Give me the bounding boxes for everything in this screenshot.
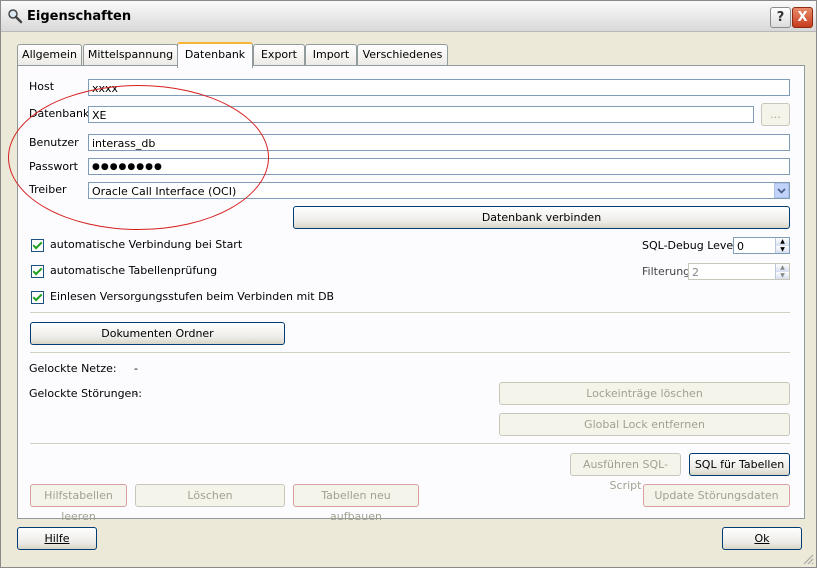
filtering-spinner[interactable]: ▲ ▼ — [775, 264, 789, 279]
auto-tablecheck-checkbox[interactable] — [31, 265, 44, 278]
sql-debug-label: SQL-Debug Level — [642, 239, 737, 252]
spin-down-icon[interactable]: ▼ — [776, 271, 789, 279]
passwort-label: Passwort — [29, 160, 78, 173]
hilfe-button-label: Hilfe — [44, 532, 70, 545]
gelockte-netze-label: Gelockte Netze: — [29, 362, 117, 375]
tab-allgemein[interactable]: Allgemein — [17, 44, 82, 65]
ok-button-label: Ok — [754, 532, 770, 545]
benutzer-input[interactable]: interass_db — [88, 134, 790, 151]
dokumenten-ordner-button[interactable]: Dokumenten Ordner — [30, 322, 285, 345]
auto-tablecheck-label: automatische Tabellenprüfung — [50, 264, 218, 277]
close-button[interactable]: X — [792, 7, 813, 28]
gelockte-stoerungen-label: Gelockte Störungen: — [29, 387, 142, 400]
tab-datenbank[interactable]: Datenbank — [177, 42, 253, 68]
filtering-input[interactable]: 2 ▲ ▼ — [688, 263, 790, 280]
datenbank-input[interactable]: XE — [88, 106, 754, 123]
separator — [30, 312, 790, 314]
ausfuehren-sql-script-button[interactable]: Ausführen SQL-Script — [570, 453, 681, 492]
sql-debug-value: 0 — [737, 240, 744, 253]
properties-window: Eigenschaften ? X Allgemein Mittelspannu… — [0, 0, 817, 568]
help-title-button[interactable]: ? — [770, 7, 791, 28]
auto-connect-label: automatische Verbindung bei Start — [50, 238, 243, 251]
hilfstabellen-leeren-button[interactable]: Hilfstabellen leeren — [30, 484, 127, 523]
datenbank-panel: Host xxxx Datenbank XE ... Benutzer inte… — [17, 65, 805, 523]
spin-up-icon[interactable]: ▲ — [776, 264, 789, 272]
sql-debug-input[interactable]: 0 ▲ ▼ — [733, 237, 790, 254]
spin-up-icon[interactable]: ▲ — [776, 238, 789, 246]
global-lock-entfernen-button[interactable]: Global Lock entfernen — [499, 413, 790, 436]
lockeintraege-loeschen-button[interactable]: Lockeinträge löschen — [499, 382, 790, 405]
filtering-label: Filterung — [642, 265, 691, 278]
gelockte-stoerungen-value: - — [134, 387, 138, 400]
spin-down-icon[interactable]: ▼ — [776, 245, 789, 253]
hilfe-button[interactable]: Hilfe — [17, 527, 97, 550]
sql-fuer-tabellen-button[interactable]: SQL für Tabellen — [689, 453, 790, 476]
separator — [30, 352, 790, 354]
title-bar: Eigenschaften ? X — [1, 1, 816, 32]
tab-verschiedenes[interactable]: Verschiedenes — [357, 44, 448, 65]
sql-debug-spinner[interactable]: ▲ ▼ — [775, 238, 789, 253]
host-label: Host — [29, 80, 55, 93]
datenbank-label: Datenbank — [29, 107, 90, 120]
auto-connect-checkbox[interactable] — [31, 239, 44, 252]
ok-button[interactable]: Ok — [722, 527, 802, 550]
host-input[interactable]: xxxx — [88, 79, 790, 96]
passwort-input[interactable]: ●●●●●●●● — [88, 158, 790, 175]
gelockte-netze-value: - — [134, 362, 138, 375]
tab-mittelspannung[interactable]: Mittelspannung — [83, 44, 178, 65]
tab-import[interactable]: Import — [305, 44, 357, 65]
datenbank-verbinden-button[interactable]: Datenbank verbinden — [293, 206, 790, 229]
resize-grip-icon[interactable] — [802, 553, 814, 565]
treiber-select[interactable]: Oracle Call Interface (OCI) — [88, 182, 790, 199]
loeschen-button[interactable]: Löschen — [135, 484, 285, 507]
browse-button[interactable]: ... — [761, 103, 790, 126]
read-supply-checkbox[interactable] — [31, 291, 44, 304]
chevron-down-icon[interactable] — [774, 183, 789, 198]
benutzer-label: Benutzer — [29, 136, 79, 149]
treiber-selected-value: Oracle Call Interface (OCI) — [92, 185, 237, 198]
magnifier-icon — [8, 9, 23, 24]
update-stoerungsdaten-button[interactable]: Update Störungsdaten — [643, 484, 790, 507]
treiber-label: Treiber — [29, 183, 67, 196]
tabellen-neu-aufbauen-button[interactable]: Tabellen neu aufbauen — [293, 484, 419, 523]
separator — [30, 443, 790, 445]
read-supply-label: Einlesen Versorgungsstufen beim Verbinde… — [50, 290, 335, 303]
tab-export[interactable]: Export — [253, 44, 305, 65]
filtering-value: 2 — [692, 266, 699, 279]
window-title: Eigenschaften — [27, 9, 132, 24]
